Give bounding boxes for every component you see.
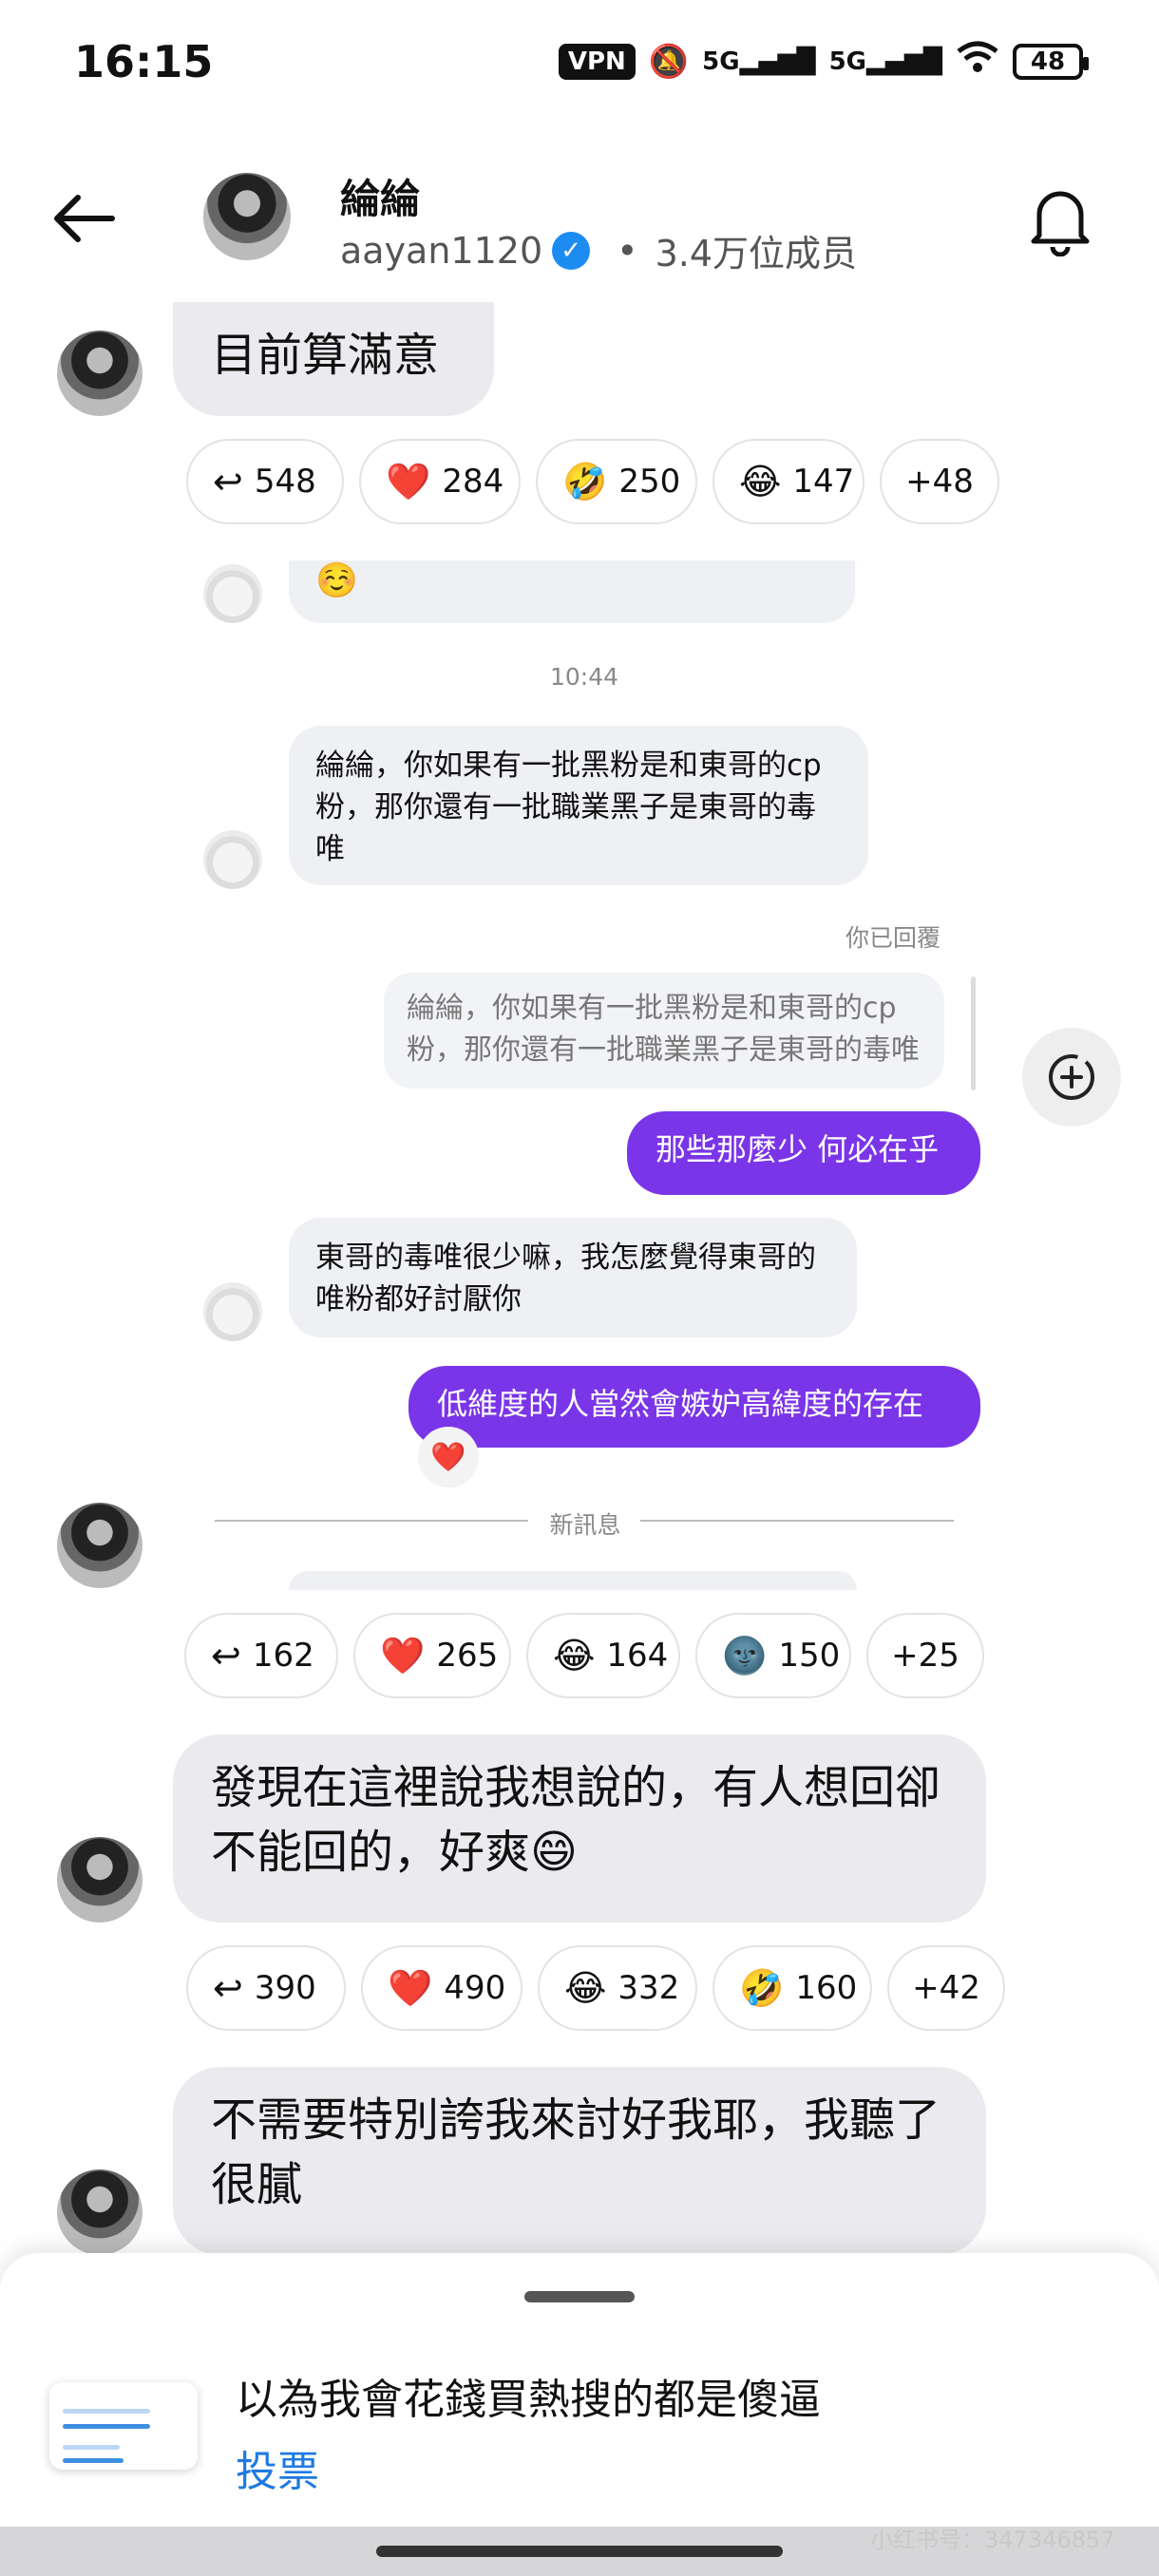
smile-emoji: ☺️	[315, 561, 358, 600]
message-text: 不需要特別誇我來討好我耶，我聽了很膩	[211, 2093, 941, 2211]
clipped-bubble	[289, 1571, 857, 1590]
heart-icon: ❤️	[388, 1966, 433, 2009]
reply-icon: ↩	[213, 461, 243, 502]
time-divider: 10:44	[549, 663, 619, 691]
watermark: 小红书号：347346857	[870, 2527, 1115, 2553]
channel-subtitle[interactable]: aayan1120 ✓ • 3.4万位成员	[340, 224, 857, 276]
rofl-icon: 🤣	[562, 460, 608, 502]
reply-count-button[interactable]: ↩ 162	[184, 1613, 338, 1698]
verified-icon: ✓	[552, 231, 591, 270]
status-icons: VPN 🔕 5G▂▄▆█ 5G▂▄▆█ 48	[558, 40, 1089, 83]
vpn-badge: VPN	[558, 43, 636, 80]
replier-avatar[interactable]	[203, 564, 262, 623]
wifi-icon	[956, 40, 999, 83]
heart-icon: ❤️	[430, 1440, 466, 1474]
reply-text: 東哥的毒唯很少嘛，我怎麼覺得東哥的唯粉都好討厭你	[315, 1241, 816, 1316]
channel-avatar[interactable]	[203, 173, 291, 260]
heart-icon: ❤️	[380, 1634, 426, 1676]
reply-icon: ↩	[211, 1635, 241, 1676]
message-bubble[interactable]: 發現在這裡說我想說的，有人想回卻不能回的，好爽😄	[173, 1734, 986, 1923]
sheet-drag-handle[interactable]	[524, 2291, 635, 2302]
add-reaction-button[interactable]	[1022, 1028, 1121, 1127]
reply-count-button[interactable]: ↩ 390	[186, 1945, 346, 2031]
message-bubble[interactable]: 目前算滿意	[173, 302, 494, 416]
bell-icon	[1031, 191, 1090, 257]
signal-icon-1: 5G▂▄▆█	[702, 47, 816, 76]
back-arrow-icon	[54, 195, 115, 242]
member-count: 3.4万位成员	[655, 233, 857, 275]
replier-avatar[interactable]	[203, 1282, 262, 1341]
reaction-bar: ↩ 548 ❤️ 284 🤣 250 😂 147 +48	[186, 439, 999, 524]
status-time: 16:15	[74, 36, 214, 87]
reaction-bar: ↩ 390 ❤️ 490 😂 332 🤣 160 +42	[186, 1945, 1005, 2031]
reaction-heart[interactable]: ❤️ 490	[361, 1945, 522, 2031]
joy-icon: 😂	[564, 1967, 607, 2009]
channel-handle: aayan1120	[340, 229, 543, 272]
reaction-heart[interactable]: ❤️ 284	[359, 439, 521, 524]
reaction-joy[interactable]: 😂 147	[712, 439, 864, 524]
new-messages-label: 新訊息	[549, 1511, 621, 1539]
channel-name[interactable]: 綸綸	[340, 167, 420, 225]
joy-icon: 😂	[553, 1635, 596, 1676]
rofl-icon: 🤣	[739, 1966, 785, 2009]
signal-icon-2: 5G▂▄▆█	[828, 47, 942, 76]
reaction-joy[interactable]: 😂 164	[526, 1613, 680, 1698]
message-bubble[interactable]: 不需要特別誇我來討好我耶，我聽了很膩	[173, 2067, 986, 2255]
outgoing-text: 低維度的人當然會嫉妒高緯度的存在	[437, 1386, 924, 1422]
notification-button[interactable]	[1026, 180, 1094, 257]
outgoing-text: 那些那麼少 何必在乎	[656, 1131, 940, 1167]
battery-icon: 48	[1013, 43, 1089, 80]
outgoing-message[interactable]: 那些那麼少 何必在乎	[627, 1111, 980, 1195]
reply-count-button[interactable]: ↩ 548	[186, 439, 344, 524]
sender-avatar[interactable]	[57, 1837, 142, 1923]
divider-right	[640, 1520, 954, 1522]
divider-left	[215, 1520, 528, 1522]
more-reactions-button[interactable]: +25	[866, 1613, 984, 1698]
heart-icon: ❤️	[386, 460, 431, 502]
more-reactions-button[interactable]: +42	[887, 1945, 1005, 2031]
reply-bubble[interactable]: 綸綸，你如果有一批黑粉是和東哥的cp粉，那你還有一批職業黑子是東哥的毒唯	[289, 726, 868, 885]
reaction-rofl[interactable]: 🤣 250	[536, 439, 697, 524]
poll-title[interactable]: 以為我會花錢買熱搜的都是傻逼	[236, 2365, 821, 2426]
reply-text: 綸綸，你如果有一批黑粉是和東哥的cp粉，那你還有一批職業黑子是東哥的毒唯	[315, 748, 822, 866]
dot-separator: •	[617, 229, 638, 272]
you-replied-label: 你已回覆	[846, 924, 941, 952]
quote-bar	[971, 976, 976, 1090]
quoted-text: 綸綸，你如果有一批黑粉是和東哥的cp粉，那你還有一批職業黑子是東哥的毒唯	[407, 992, 920, 1067]
back-button[interactable]	[46, 180, 122, 256]
more-reactions-button[interactable]: +48	[880, 439, 999, 524]
sender-avatar[interactable]	[57, 331, 142, 416]
home-indicator[interactable]	[376, 2546, 783, 2557]
reaction-rofl[interactable]: 🤣 160	[712, 1945, 872, 2031]
sender-avatar[interactable]	[57, 2169, 142, 2255]
moon-face-icon: 🌚	[722, 1634, 768, 1676]
joy-icon: 😂	[739, 461, 782, 502]
reply-icon: ↩	[213, 1967, 243, 2009]
vote-link[interactable]: 投票	[236, 2437, 319, 2498]
reply-bubble[interactable]: 東哥的毒唯很少嘛，我怎麼覺得東哥的唯粉都好討厭你	[289, 1218, 857, 1337]
message-reaction[interactable]: ❤️	[418, 1427, 479, 1487]
message-text: 目前算滿意	[211, 329, 440, 382]
replier-avatar[interactable]	[203, 830, 262, 889]
sender-avatar[interactable]	[57, 1503, 142, 1588]
reaction-joy[interactable]: 😂 332	[538, 1945, 697, 2031]
reply-bubble[interactable]: ☺️	[289, 560, 855, 623]
mute-icon: 🔕	[648, 42, 690, 81]
reaction-heart[interactable]: ❤️ 265	[353, 1613, 511, 1698]
reaction-bar: ↩ 162 ❤️ 265 😂 164 🌚 150 +25	[184, 1613, 984, 1698]
poll-thumbnail[interactable]	[49, 2382, 198, 2470]
message-text: 發現在這裡說我想說的，有人想回卻不能回的，好爽😄	[211, 1761, 941, 1879]
quoted-message[interactable]: 綸綸，你如果有一批黑粉是和東哥的cp粉，那你還有一批職業黑子是東哥的毒唯	[384, 973, 944, 1089]
plus-circle-icon	[1049, 1054, 1094, 1100]
outgoing-message[interactable]: 低維度的人當然會嫉妒高緯度的存在	[408, 1366, 980, 1448]
reaction-moon-face[interactable]: 🌚 150	[695, 1613, 851, 1698]
